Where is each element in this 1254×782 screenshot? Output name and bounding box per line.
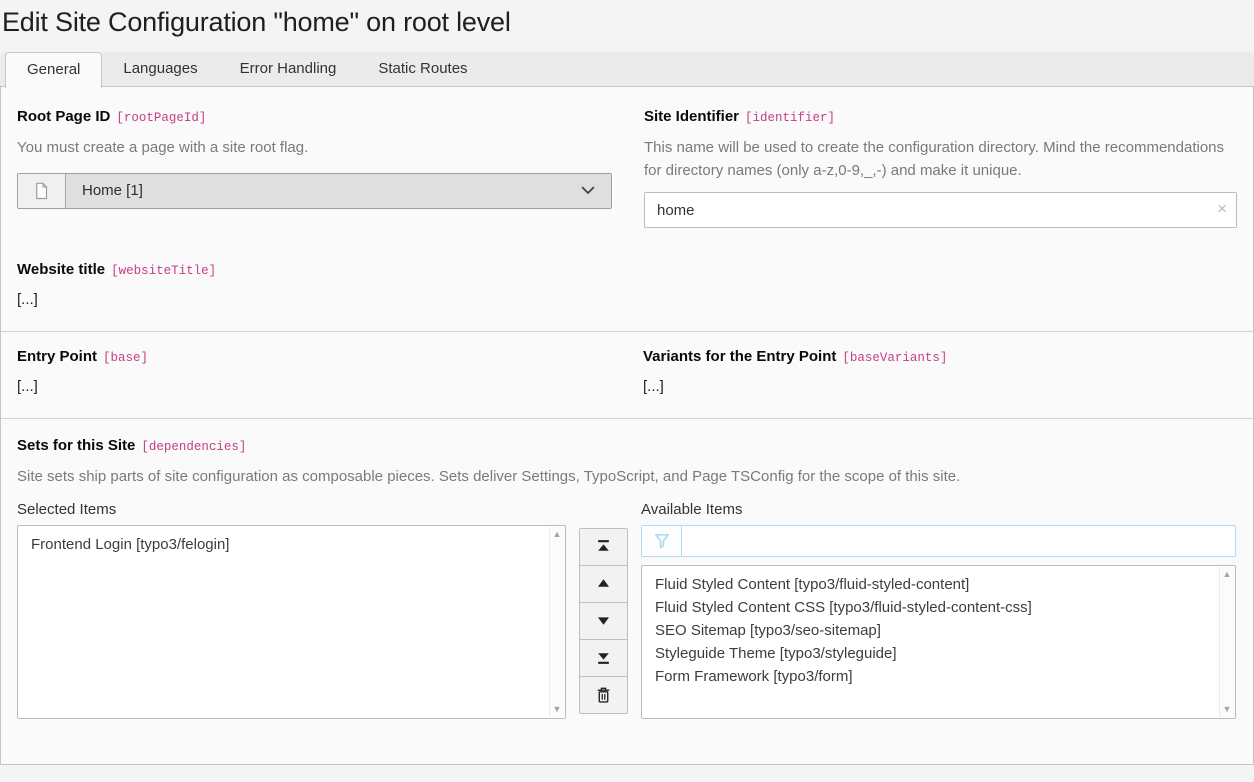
dependencies-description: Site sets ship parts of site configurati… bbox=[17, 466, 1237, 489]
website-title-code: [websiteTitle] bbox=[111, 264, 216, 278]
scroll-down-icon[interactable]: ▼ bbox=[1223, 705, 1232, 714]
filter-icon bbox=[642, 526, 682, 556]
selected-items-label: Selected Items bbox=[17, 501, 566, 519]
selected-items-column: Selected Items Frontend Login [typo3/fel… bbox=[17, 501, 566, 719]
list-item[interactable]: Fluid Styled Content CSS [typo3/fluid-st… bbox=[642, 596, 1215, 619]
entry-point-label-text: Entry Point bbox=[17, 348, 97, 365]
chevron-down-icon bbox=[581, 186, 595, 195]
field-website-title: Website title [websiteTitle] [...] bbox=[17, 252, 611, 309]
move-to-bottom-button[interactable] bbox=[579, 639, 628, 677]
root-page-select-value: Home [1] bbox=[66, 174, 611, 208]
reorder-buttons bbox=[579, 501, 628, 719]
field-entry-point: Entry Point [base] [...] bbox=[17, 328, 611, 396]
site-identifier-input[interactable] bbox=[644, 192, 1237, 228]
website-title-label-text: Website title bbox=[17, 261, 105, 278]
base-variants-code: [baseVariants] bbox=[842, 351, 947, 365]
tab-bar: General Languages Error Handling Static … bbox=[0, 52, 1254, 86]
list-item[interactable]: Fluid Styled Content [typo3/fluid-styled… bbox=[642, 573, 1215, 596]
base-variants-label: Variants for the Entry Point [baseVariant… bbox=[643, 348, 1237, 365]
site-identifier-code: [identifier] bbox=[745, 111, 835, 125]
entry-point-label: Entry Point [base] bbox=[17, 348, 611, 365]
tab-error-handling[interactable]: Error Handling bbox=[219, 52, 358, 86]
scroll-up-icon[interactable]: ▲ bbox=[553, 530, 562, 539]
root-page-id-description: You must create a page with a site root … bbox=[17, 137, 612, 160]
section-divider-2 bbox=[1, 418, 1253, 419]
available-items-label: Available Items bbox=[641, 501, 1236, 519]
page-icon bbox=[18, 174, 66, 208]
available-items-list[interactable]: Fluid Styled Content [typo3/fluid-styled… bbox=[641, 565, 1236, 719]
dependencies-code: [dependencies] bbox=[141, 440, 246, 454]
website-title-label: Website title [websiteTitle] bbox=[17, 261, 611, 278]
dependencies-label: Sets for this Site [dependencies] bbox=[17, 437, 1237, 454]
list-item[interactable]: Form Framework [typo3/form] bbox=[642, 665, 1215, 688]
root-page-id-code: [rootPageId] bbox=[116, 111, 206, 125]
root-page-select[interactable]: Home [1] bbox=[17, 173, 612, 209]
field-base-variants: Variants for the Entry Point [baseVariant… bbox=[643, 328, 1237, 396]
site-identifier-label: Site Identifier [identifier] bbox=[644, 108, 1237, 125]
base-variants-expander[interactable]: [...] bbox=[643, 378, 664, 395]
page-title: Edit Site Configuration "home" on root l… bbox=[2, 7, 1254, 38]
move-down-button[interactable] bbox=[579, 602, 628, 640]
filter-input[interactable] bbox=[682, 526, 1235, 556]
root-page-select-text: Home [1] bbox=[82, 182, 581, 199]
tab-general[interactable]: General bbox=[5, 52, 102, 88]
website-title-expander[interactable]: [...] bbox=[17, 291, 38, 308]
tab-languages[interactable]: Languages bbox=[102, 52, 218, 86]
form-panel: Root Page ID [rootPageId] You must create… bbox=[0, 86, 1254, 765]
trash-icon bbox=[595, 686, 612, 704]
delete-button[interactable] bbox=[579, 676, 628, 714]
entry-point-code: [base] bbox=[103, 351, 148, 365]
root-page-id-label-text: Root Page ID bbox=[17, 108, 110, 125]
field-root-page-id: Root Page ID [rootPageId] You must create… bbox=[17, 99, 612, 228]
move-up-button[interactable] bbox=[579, 565, 628, 603]
site-identifier-label-text: Site Identifier bbox=[644, 108, 739, 125]
field-dependencies: Sets for this Site [dependencies] Site se… bbox=[17, 437, 1237, 719]
list-item[interactable]: SEO Sitemap [typo3/seo-sitemap] bbox=[642, 619, 1215, 642]
list-item[interactable]: Frontend Login [typo3/felogin] bbox=[18, 533, 545, 556]
scroll-down-icon[interactable]: ▼ bbox=[553, 705, 562, 714]
entry-point-expander[interactable]: [...] bbox=[17, 378, 38, 395]
dependencies-label-text: Sets for this Site bbox=[17, 437, 135, 454]
root-page-id-label: Root Page ID [rootPageId] bbox=[17, 108, 612, 125]
list-item[interactable]: Styleguide Theme [typo3/styleguide] bbox=[642, 642, 1215, 665]
available-items-column: Available Items Fluid Styled Content [ty… bbox=[641, 501, 1236, 719]
field-site-identifier: Site Identifier [identifier] This name wi… bbox=[644, 99, 1237, 228]
scroll-up-icon[interactable]: ▲ bbox=[1223, 570, 1232, 579]
available-items-filter bbox=[641, 525, 1236, 557]
clear-icon[interactable]: × bbox=[1217, 199, 1227, 219]
site-identifier-description: This name will be used to create the con… bbox=[644, 137, 1237, 182]
selected-items-list[interactable]: Frontend Login [typo3/felogin] ▲ ▼ bbox=[17, 525, 566, 719]
tab-static-routes[interactable]: Static Routes bbox=[357, 52, 488, 86]
selected-items-scrollbar[interactable]: ▲ ▼ bbox=[549, 527, 564, 717]
move-to-top-button[interactable] bbox=[579, 528, 628, 566]
available-items-scrollbar[interactable]: ▲ ▼ bbox=[1219, 567, 1234, 717]
base-variants-label-text: Variants for the Entry Point bbox=[643, 348, 836, 365]
